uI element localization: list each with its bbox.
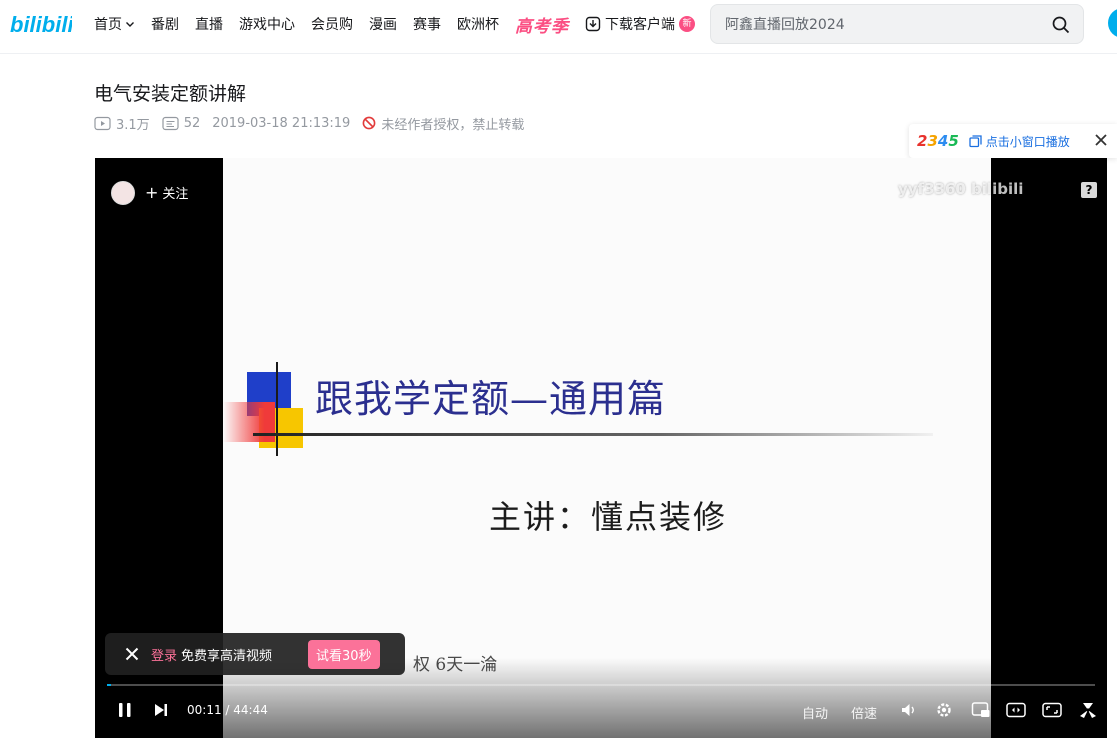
video-watermark: yyf3360 bilibili — [898, 180, 1024, 198]
nav-home[interactable]: 首页 — [94, 14, 135, 34]
brand-2345-logo[interactable]: 2345 — [917, 132, 959, 150]
nav-mall[interactable]: 会员购 — [311, 14, 353, 34]
plus-icon: + — [145, 183, 159, 202]
search-icon[interactable] — [1051, 15, 1071, 35]
chevron-down-icon — [126, 22, 134, 27]
video-meta: 3.1万 52 2019-03-18 21:13:19 未经作者授权，禁止转载 — [94, 114, 536, 133]
nav-live[interactable]: 直播 — [195, 14, 223, 34]
nav-esports[interactable]: 赛事 — [413, 14, 441, 34]
close-icon[interactable] — [1093, 132, 1109, 148]
control-bar: 00:11 / 44:44 自动 倍速 — [95, 698, 1107, 724]
mini-window-label: 点击小窗口播放 — [985, 134, 1070, 149]
search-input[interactable] — [725, 14, 1035, 36]
publish-date: 2019-03-18 21:13:19 — [212, 115, 351, 131]
user-avatar[interactable] — [1108, 8, 1117, 38]
play-count-icon — [94, 116, 111, 130]
slide-deco-red — [223, 402, 275, 442]
follow-label: 关注 — [162, 187, 189, 202]
slide-title: 跟我学定额—通用篇 — [315, 377, 667, 421]
duration: 44:44 — [233, 703, 268, 717]
web-fullscreen-icon[interactable] — [1042, 701, 1062, 719]
trial-button[interactable]: 试看30秒 — [308, 639, 380, 669]
danmaku-icon — [162, 116, 179, 130]
svg-text:bilibili: bilibili — [10, 12, 72, 37]
download-client-link[interactable]: 下载客户端 新 — [585, 14, 695, 34]
help-icon[interactable]: ? — [1081, 182, 1097, 198]
main-nav: 首页 番剧 直播 游戏中心 会员购 漫画 赛事 欧洲杯 高考季 下载客户端 新 — [94, 12, 711, 37]
nav-home-label: 首页 — [94, 17, 122, 33]
nav-manga[interactable]: 漫画 — [369, 14, 397, 34]
time-display: 00:11 / 44:44 — [187, 703, 268, 717]
new-badge: 新 — [679, 16, 695, 32]
nav-anime[interactable]: 番剧 — [151, 14, 179, 34]
mini-window-badge: 2345 点击小窗口播放 — [909, 124, 1117, 158]
mini-window-play-button[interactable]: 点击小窗口播放 — [969, 133, 1070, 150]
current-time: 00:11 — [187, 703, 222, 717]
gaokao-link[interactable]: 高考季 — [515, 12, 569, 37]
picture-in-picture-icon[interactable] — [971, 701, 991, 719]
view-count-value: 3.1万 — [116, 117, 150, 133]
fullscreen-icon[interactable] — [1078, 701, 1098, 719]
close-icon[interactable] — [125, 647, 139, 661]
quality-button[interactable]: 自动 — [802, 703, 828, 722]
search-box — [710, 4, 1084, 44]
nav-euro-cup[interactable]: 欧洲杯 — [457, 14, 499, 34]
mini-window-icon — [969, 134, 982, 147]
slide-deco-underline — [253, 433, 933, 436]
nav-game-center[interactable]: 游戏中心 — [239, 14, 295, 34]
danmaku-count-value: 52 — [183, 115, 201, 131]
video-title: 电气安装定额讲解 — [94, 83, 247, 105]
copyright-notice-text: 未经作者授权，禁止转载 — [381, 117, 525, 133]
pause-icon[interactable] — [117, 701, 133, 719]
danmaku-count: 52 — [162, 115, 201, 131]
copyright-notice: 未经作者授权，禁止转载 — [362, 114, 524, 133]
download-icon — [585, 16, 601, 32]
progress-bar[interactable] — [107, 684, 1095, 686]
settings-icon[interactable] — [935, 701, 953, 719]
login-toast-text: 免费享高清视频 — [181, 648, 273, 664]
widescreen-icon[interactable] — [1006, 701, 1026, 719]
view-count: 3.1万 — [94, 114, 150, 133]
login-link[interactable]: 登录 — [151, 645, 177, 664]
speed-button[interactable]: 倍速 — [851, 703, 877, 722]
slide-deco-line — [276, 362, 278, 456]
uploader-avatar[interactable] — [111, 181, 135, 205]
volume-icon[interactable] — [900, 701, 918, 719]
slide-subtitle: 主讲：懂点装修 — [489, 498, 728, 536]
top-header: bilibili 首页 番剧 直播 游戏中心 会员购 漫画 赛事 欧洲杯 高考季… — [0, 0, 1117, 54]
download-label: 下载客户端 — [605, 17, 675, 33]
next-icon[interactable] — [153, 701, 169, 719]
bilibili-logo[interactable]: bilibili — [10, 8, 72, 38]
follow-button[interactable]: + 关注 — [145, 183, 188, 202]
no-reprint-icon — [362, 116, 376, 130]
login-toast: 登录 免费享高清视频 试看30秒 — [105, 633, 405, 675]
progress-fill — [107, 684, 111, 686]
